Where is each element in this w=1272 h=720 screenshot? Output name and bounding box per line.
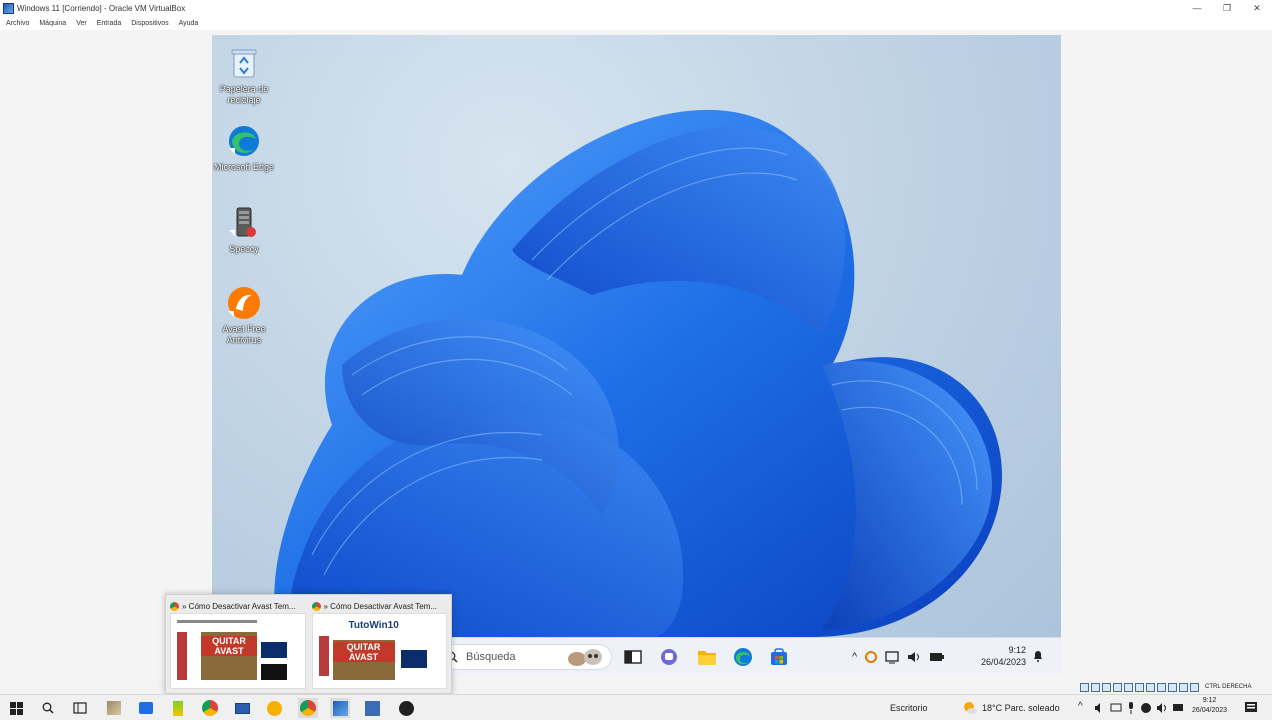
status-keyboard-icon[interactable] bbox=[1190, 682, 1199, 692]
desktop-icon-label: Speccy bbox=[229, 244, 259, 254]
minimize-button[interactable]: — bbox=[1182, 3, 1212, 14]
status-cpu-icon[interactable] bbox=[1168, 682, 1177, 692]
host-app-notepad-icon[interactable] bbox=[168, 698, 188, 718]
avast-icon bbox=[226, 285, 262, 321]
status-shared-folder-icon[interactable] bbox=[1135, 682, 1144, 692]
desktop-icon-edge[interactable]: Microsoft Edge bbox=[212, 123, 276, 173]
preview-title: » Cómo Desactivar Avast Tem... bbox=[182, 601, 296, 611]
host-speaker-icon[interactable] bbox=[1156, 702, 1168, 714]
tray-volume-icon[interactable] bbox=[907, 650, 923, 664]
host-task-view-icon[interactable] bbox=[70, 698, 90, 718]
weather-text[interactable]: 18°C Parc. soleado bbox=[982, 703, 1060, 713]
guest-search-box[interactable]: Búsqueda bbox=[437, 644, 612, 670]
preview-content: TutoWin10 QUITAR AVAST bbox=[311, 613, 447, 689]
status-network-icon[interactable] bbox=[1113, 682, 1122, 692]
menu-maquina[interactable]: Máquina bbox=[39, 20, 66, 27]
weather-icon[interactable] bbox=[962, 700, 978, 716]
start-button[interactable] bbox=[6, 698, 26, 718]
chrome-icon bbox=[170, 601, 179, 611]
menu-dispositivos[interactable]: Dispositivos bbox=[131, 20, 168, 27]
desktop-icon-label: Avast Free Antivirus bbox=[222, 324, 266, 345]
status-optical-icon[interactable] bbox=[1091, 682, 1100, 692]
search-highlight-icon bbox=[568, 649, 602, 666]
tray-sync-icon[interactable] bbox=[863, 650, 879, 664]
desktop-icon-speccy[interactable]: Speccy bbox=[212, 205, 276, 255]
store-icon[interactable] bbox=[768, 646, 790, 668]
preview-thumbnail-1[interactable]: » Cómo Desactivar Avast Tem... QUITAR AV… bbox=[170, 599, 306, 689]
menu-entrada[interactable]: Entrada bbox=[97, 20, 122, 27]
status-hdd-icon[interactable] bbox=[1080, 682, 1089, 692]
host-chrome-active-icon[interactable] bbox=[298, 698, 318, 718]
teams-chat-icon[interactable] bbox=[658, 646, 680, 668]
status-recording-icon[interactable] bbox=[1157, 682, 1166, 692]
status-usb-icon[interactable] bbox=[1124, 682, 1133, 692]
host-network-icon[interactable] bbox=[1110, 702, 1122, 714]
menu-archivo[interactable]: Archivo bbox=[6, 20, 29, 27]
desktop-icon-avast[interactable]: Avast Free Antivirus bbox=[212, 285, 276, 346]
taskbar-preview-popup: » Cómo Desactivar Avast Tem... QUITAR AV… bbox=[165, 594, 452, 694]
host-display-icon[interactable] bbox=[1172, 702, 1184, 714]
window-title: Windows 11 [Corriendo] - Oracle VM Virtu… bbox=[17, 3, 186, 13]
file-explorer-icon[interactable] bbox=[696, 646, 718, 668]
host-app-obs-icon[interactable] bbox=[396, 698, 416, 718]
preview-thumbnail-2[interactable]: » Cómo Desactivar Avast Tem... TutoWin10… bbox=[311, 599, 447, 689]
host-app-monitor-icon[interactable] bbox=[232, 698, 252, 718]
host-app-store-icon[interactable] bbox=[136, 698, 156, 718]
restore-button[interactable]: ❐ bbox=[1212, 3, 1242, 14]
guest-date: 26/04/2023 bbox=[980, 657, 1026, 667]
chrome-icon bbox=[311, 601, 321, 611]
host-time: 9:12 bbox=[1202, 697, 1217, 704]
preview-content: QUITAR AVAST bbox=[170, 613, 306, 689]
desktop-toolbar-label[interactable]: Escritorio bbox=[890, 703, 928, 713]
host-app-tool-icon[interactable] bbox=[104, 698, 124, 718]
host-app-chart-icon[interactable] bbox=[362, 698, 382, 718]
host-key-label: CTRL DERECHA bbox=[1205, 684, 1252, 690]
host-chrome-icon[interactable] bbox=[200, 698, 220, 718]
menu-ayuda[interactable]: Ayuda bbox=[179, 20, 199, 27]
microphone-icon[interactable] bbox=[1126, 702, 1136, 714]
guest-edge-icon[interactable] bbox=[732, 646, 754, 668]
speccy-icon bbox=[226, 205, 262, 241]
record-icon[interactable] bbox=[1140, 702, 1152, 714]
status-display-icon[interactable] bbox=[1146, 682, 1155, 692]
tray-network-icon[interactable] bbox=[885, 650, 901, 664]
edge-icon bbox=[226, 123, 262, 159]
desktop-icon-label: Papelera de reciclaje bbox=[219, 84, 269, 105]
host-clock[interactable]: 9:12 26/04/2023 bbox=[1192, 696, 1227, 716]
guest-system-tray: ^ bbox=[852, 644, 945, 670]
preview-banner: QUITAR AVAST bbox=[332, 642, 395, 662]
windows-logo-icon bbox=[9, 701, 23, 715]
vbox-status-bar: CTRL DERECHA bbox=[1080, 681, 1251, 693]
host-virtualbox-icon[interactable] bbox=[330, 698, 350, 718]
preview-title: » Cómo Desactivar Avast Tem... bbox=[323, 601, 438, 611]
notification-icon[interactable] bbox=[1032, 650, 1044, 662]
tray-battery-icon[interactable] bbox=[929, 650, 945, 664]
task-view-icon[interactable] bbox=[622, 646, 644, 668]
desktop-icon-recycle-bin[interactable]: Papelera de reciclaje bbox=[212, 45, 276, 106]
status-mouse-icon[interactable] bbox=[1179, 682, 1188, 692]
vbox-titlebar: Windows 11 [Corriendo] - Oracle VM Virtu… bbox=[0, 0, 1272, 16]
guest-clock[interactable]: 9:12 26/04/2023 bbox=[970, 644, 1026, 668]
action-center-icon[interactable] bbox=[1244, 701, 1258, 715]
desktop-icon-label: Microsoft Edge bbox=[213, 162, 275, 172]
vbox-menubar: Archivo Máquina Ver Entrada Dispositivos… bbox=[0, 16, 1272, 30]
host-volume-icon[interactable] bbox=[1094, 702, 1106, 714]
status-audio-icon[interactable] bbox=[1102, 682, 1111, 692]
host-date: 26/04/2023 bbox=[1192, 707, 1228, 714]
guest-time: 9:12 bbox=[1008, 645, 1026, 655]
guest-screen[interactable]: Papelera de reciclaje Microsoft Edge Spe… bbox=[212, 35, 1061, 675]
host-app-yellow-icon[interactable] bbox=[264, 698, 284, 718]
host-tray-chevron-icon[interactable]: ^ bbox=[1078, 701, 1083, 712]
host-taskbar: Escritorio 18°C Parc. soleado ^ 9:12 26/… bbox=[0, 694, 1272, 720]
close-button[interactable]: ✕ bbox=[1242, 3, 1272, 14]
preview-banner: QUITAR AVAST bbox=[201, 636, 257, 656]
menu-ver[interactable]: Ver bbox=[76, 20, 87, 27]
tray-chevron-icon[interactable]: ^ bbox=[852, 651, 857, 663]
host-search-icon[interactable] bbox=[38, 698, 58, 718]
search-placeholder: Búsqueda bbox=[466, 651, 516, 663]
virtualbox-icon bbox=[3, 2, 14, 14]
wallpaper-bloom bbox=[274, 109, 1002, 637]
recycle-bin-icon bbox=[226, 45, 262, 81]
preview-brand: TutoWin10 bbox=[348, 620, 399, 631]
